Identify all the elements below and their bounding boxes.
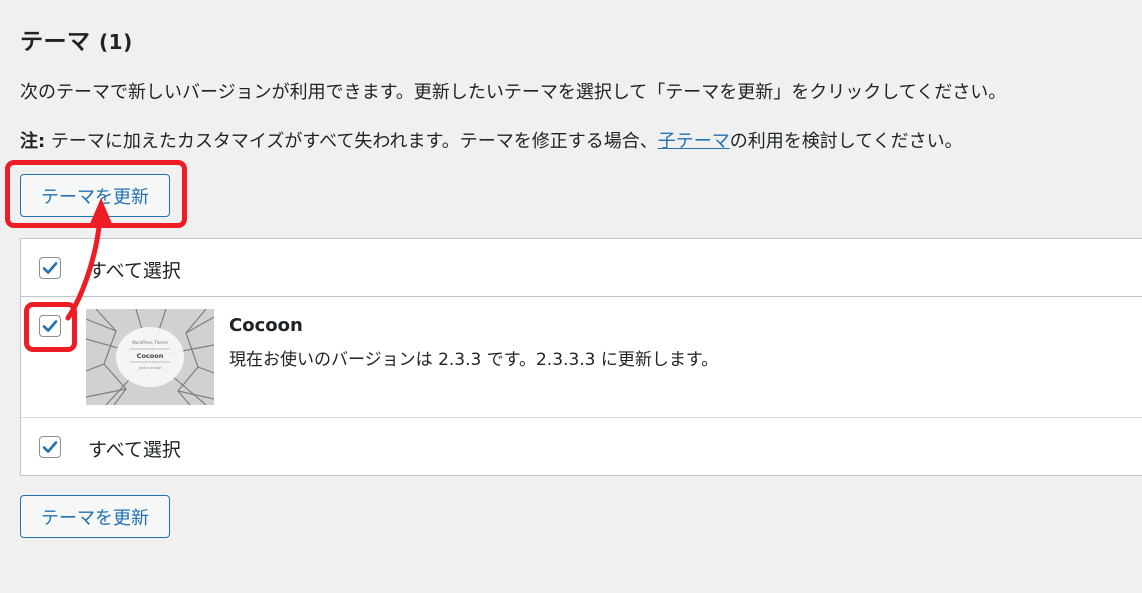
update-description: 次のテーマで新しいバージョンが利用できます。更新したいテーマを選択して「テーマを… [20,82,1007,103]
child-theme-link[interactable]: 子テーマ [658,131,730,152]
checkmark-icon [42,441,58,453]
select-all-label-bottom: すべて選択 [88,439,181,461]
theme-count: (1) [99,30,133,54]
select-all-row-bottom: すべて選択 [21,418,1142,476]
page-title: テーマ (1) [20,22,133,56]
page-title-text: テーマ [20,29,91,55]
theme-checkbox[interactable] [39,315,61,337]
select-all-checkbox-bottom[interactable] [39,436,61,458]
checkmark-icon [42,262,58,274]
thumbnail-title: Cocoon [137,352,164,360]
select-all-row-top: すべて選択 [21,239,1142,297]
checkmark-icon [42,320,58,332]
update-themes-button-bottom[interactable]: テーマを更新 [20,495,170,538]
theme-row: WordPress Theme Cocoon just a simple Coc… [21,297,1142,418]
thumbnail-subtitle: WordPress Theme [132,340,168,345]
note-text-after: の利用を検討してください。 [729,131,963,152]
note-text-before: テーマに加えたカスタマイズがすべて失われます。テーマを修正する場合、 [45,131,658,152]
thumbnail-tagline: just a simple [138,366,161,370]
theme-version-info: 現在お使いのバージョンは 2.3.3 です。2.3.3.3 に更新します。 [229,350,719,370]
theme-name: Cocoon [229,315,303,336]
select-all-label-top: すべて選択 [88,260,181,282]
select-all-checkbox-top[interactable] [39,257,61,279]
themes-table: すべて選択 WordPress Theme Cocoon just a simp… [20,238,1142,476]
customization-note: 注: テーマに加えたカスタマイズがすべて失われます。テーマを修正する場合、子テー… [20,127,963,153]
update-themes-button-top[interactable]: テーマを更新 [20,174,170,217]
note-label: 注: [20,131,46,152]
theme-thumbnail: WordPress Theme Cocoon just a simple [86,309,214,405]
theme-screenshot-image: WordPress Theme Cocoon just a simple [86,309,214,405]
